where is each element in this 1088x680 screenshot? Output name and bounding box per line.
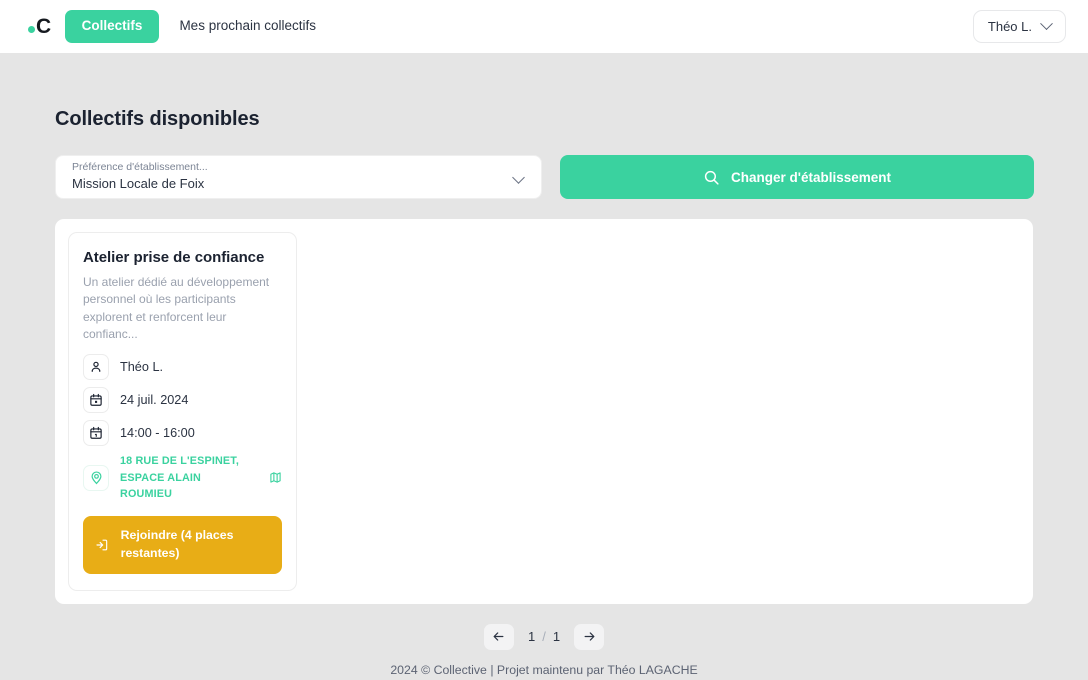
pagination-indicator: 1 / 1 bbox=[528, 629, 560, 644]
collectifs-panel: Atelier prise de confiance Un atelier dé… bbox=[55, 219, 1033, 604]
nav-item-collectifs[interactable]: Collectifs bbox=[64, 10, 160, 43]
change-establishment-button[interactable]: Changer d'établissement bbox=[560, 155, 1034, 199]
pagination-current: 1 bbox=[527, 629, 536, 645]
pagination-total: 1 bbox=[552, 629, 561, 645]
app-logo[interactable]: C bbox=[28, 16, 51, 37]
logo-letter: C bbox=[36, 15, 51, 38]
pagination-separator: / bbox=[542, 629, 546, 645]
card-time-row: 14:00 - 16:00 bbox=[83, 420, 282, 447]
collectif-card[interactable]: Atelier prise de confiance Un atelier dé… bbox=[68, 232, 297, 591]
card-organizer-text: Théo L. bbox=[120, 359, 164, 374]
arrow-left-icon bbox=[494, 632, 504, 641]
user-icon bbox=[83, 354, 109, 381]
card-organizer-row: Théo L. bbox=[83, 354, 282, 381]
controls-row: Préférence d'établissement... Mission Lo… bbox=[55, 155, 1060, 199]
establishment-select-value: Mission Locale de Foix bbox=[72, 175, 205, 191]
green-dot-icon bbox=[28, 26, 35, 33]
main-nav: Collectifs Mes prochain collectifs bbox=[64, 10, 330, 43]
join-collectif-label: Rejoindre (4 places restantes) bbox=[120, 527, 234, 560]
page-body: Collectifs disponibles Préférence d'étab… bbox=[0, 108, 1088, 650]
card-address-text: 18 RUE DE L'ESPINET, ESPACE ALAIN ROUMIE… bbox=[120, 455, 239, 500]
login-arrow-icon bbox=[96, 539, 108, 551]
change-establishment-label: Changer d'établissement bbox=[730, 169, 891, 185]
card-title: Atelier prise de confiance bbox=[83, 249, 265, 266]
top-navigation-bar: C Collectifs Mes prochain collectifs Thé… bbox=[0, 0, 1088, 53]
card-date-row: 24 juil. 2024 bbox=[83, 387, 282, 414]
chevron-down-icon bbox=[512, 171, 525, 184]
establishment-select-label: Préférence d'établissement... bbox=[72, 161, 208, 174]
user-menu-label: Théo L. bbox=[987, 19, 1032, 34]
page-title: Collectifs disponibles bbox=[55, 108, 260, 130]
calendar-icon bbox=[83, 387, 109, 414]
establishment-select[interactable]: Préférence d'établissement... Mission Lo… bbox=[55, 155, 542, 199]
card-time-text: 14:00 - 16:00 bbox=[120, 425, 195, 440]
map-pin-icon bbox=[83, 464, 109, 491]
map-external-link-icon[interactable] bbox=[269, 471, 282, 484]
chevron-down-icon bbox=[1040, 17, 1053, 31]
user-menu-button[interactable]: Théo L. bbox=[972, 10, 1066, 43]
calendar-clock-icon bbox=[83, 420, 109, 447]
card-description: Un atelier dédié au développement person… bbox=[83, 274, 270, 341]
arrow-right-icon bbox=[584, 632, 594, 641]
card-meta-list: Théo L. 24 juil. 2024 14:00 - 16:00 18 R… bbox=[83, 354, 282, 502]
join-collectif-button[interactable]: Rejoindre (4 places restantes) bbox=[83, 515, 282, 574]
search-icon bbox=[704, 170, 719, 185]
pagination-prev-button[interactable] bbox=[483, 623, 514, 650]
card-date-text: 24 juil. 2024 bbox=[120, 392, 189, 407]
pagination-next-button[interactable] bbox=[574, 623, 605, 650]
nav-item-mes-prochain-collectifs[interactable]: Mes prochain collectifs bbox=[165, 10, 330, 42]
page-footer: 2024 © Collective | Projet maintenu par … bbox=[390, 663, 698, 677]
card-address-row: 18 RUE DE L'ESPINET, ESPACE ALAIN ROUMIE… bbox=[83, 453, 282, 502]
pagination: 1 / 1 bbox=[28, 623, 1060, 650]
